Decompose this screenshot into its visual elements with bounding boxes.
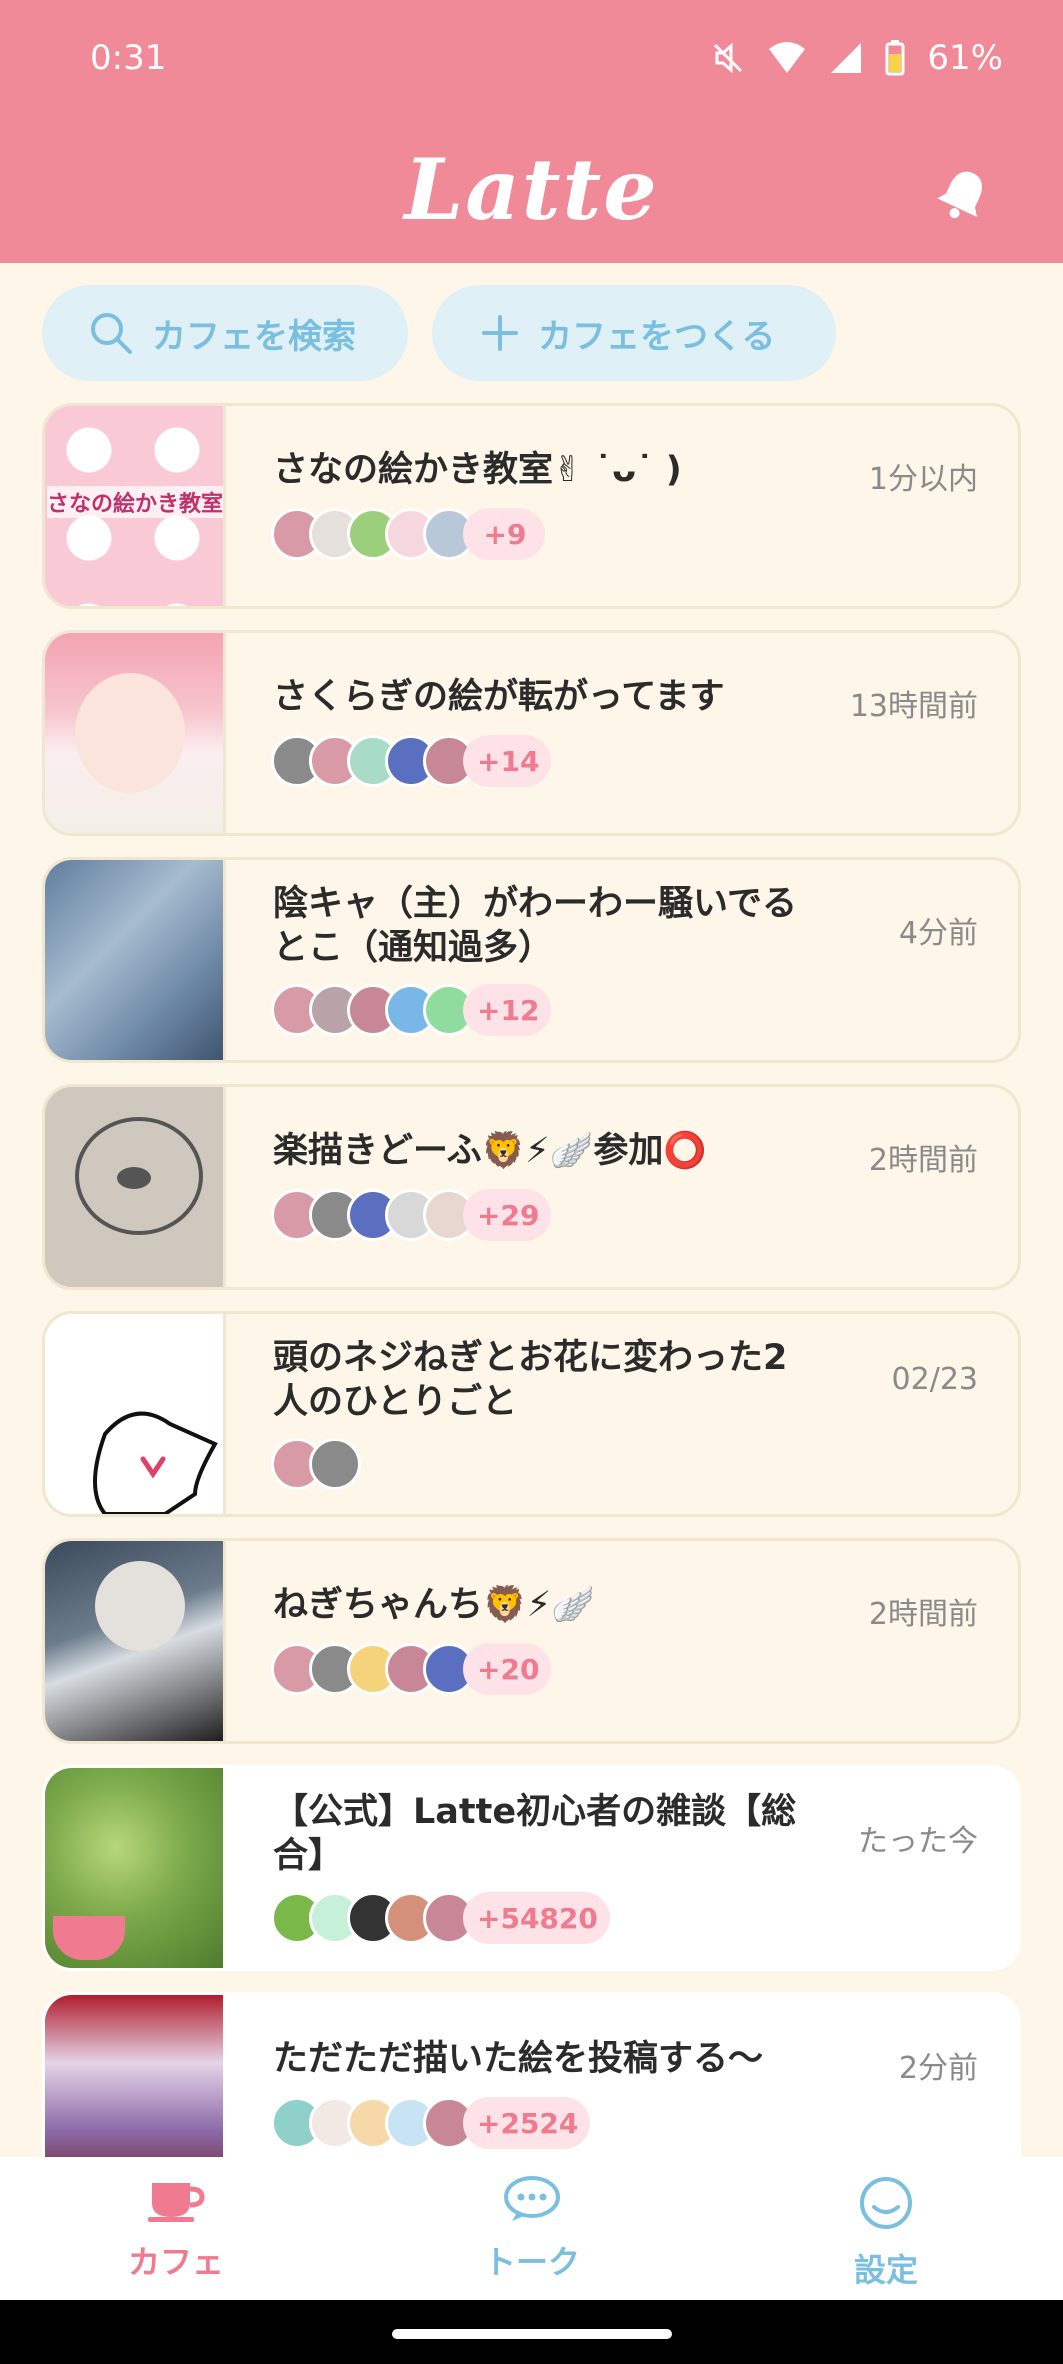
- nav-cafe[interactable]: カフェ: [76, 2175, 276, 2283]
- cafe-title: ただただ描いた絵を投稿する〜: [273, 2039, 764, 2079]
- mute-icon: [714, 42, 743, 74]
- face-icon: [860, 2177, 912, 2229]
- chat-bubble-icon: [504, 2176, 560, 2221]
- member-avatars: +9: [271, 508, 545, 560]
- app-logo: Latte: [404, 140, 659, 239]
- cafe-title: ねぎちゃんち🦁⚡🪽: [273, 1585, 595, 1625]
- cafe-actions: カフェを検索 カフェをつくる: [42, 285, 836, 381]
- cafe-last-updated: 13時間前: [849, 689, 978, 724]
- avatar: [309, 1438, 361, 1490]
- cafe-last-updated: 2時間前: [868, 1597, 978, 1632]
- cafe-thumbnail: [45, 1314, 226, 1514]
- cafe-thumbnail: [45, 633, 226, 833]
- cafe-last-updated: 2時間前: [868, 1143, 978, 1178]
- member-count-badge: +2524: [463, 2097, 591, 2149]
- nav-talk-label: トーク: [483, 2243, 580, 2281]
- status-icons: 61%: [711, 38, 1003, 78]
- search-cafe-label: カフェを検索: [152, 316, 356, 357]
- cafe-card[interactable]: ねぎちゃんち🦁⚡🪽 2時間前 +20: [42, 1538, 1021, 1744]
- cafe-card[interactable]: さくらぎの絵が転がってます 13時間前 +14: [42, 630, 1021, 836]
- cafe-last-updated: 4分前: [898, 916, 978, 951]
- cafe-last-updated: たった今: [858, 1824, 978, 1859]
- bottom-nav: カフェ トーク 設定: [0, 2157, 1063, 2300]
- cafe-card-official[interactable]: 【公式】Latte初心者の雑談【総合】 たった今 +54820: [42, 1765, 1021, 1971]
- member-count-badge: +14: [463, 735, 552, 787]
- status-time: 0:31: [90, 38, 167, 78]
- member-avatars: +29: [271, 1189, 552, 1241]
- home-indicator[interactable]: [392, 2329, 672, 2339]
- member-avatars: +12: [271, 984, 552, 1036]
- cafe-thumbnail: [45, 1768, 226, 1968]
- cafe-thumbnail: [45, 860, 226, 1060]
- create-cafe-button[interactable]: カフェをつくる: [432, 285, 836, 381]
- bell-icon[interactable]: [933, 165, 993, 225]
- member-count-badge: +12: [463, 984, 552, 1036]
- wifi-icon: [769, 42, 806, 73]
- battery-icon: [885, 40, 905, 76]
- cafe-card[interactable]: さなの絵かき教室 さなの絵かき教室✌︎ ˙ᴗ˙ ) 1分以内 +9: [42, 403, 1021, 609]
- cafe-last-updated: 1分以内: [868, 462, 978, 497]
- cafe-thumbnail: [45, 1541, 226, 1741]
- member-count-badge: +29: [463, 1189, 552, 1241]
- cafe-last-updated: 02/23: [891, 1362, 978, 1397]
- cafe-card[interactable]: 楽描きどーふ🦁⚡🪽参加⭕ 2時間前 +29: [42, 1084, 1021, 1290]
- plus-icon: [482, 315, 518, 351]
- signal-icon: [831, 43, 862, 73]
- battery-level: 61%: [927, 38, 1003, 78]
- nav-settings-label: 設定: [853, 2251, 918, 2289]
- member-count-badge: +20: [463, 1643, 552, 1695]
- nav-cafe-label: カフェ: [127, 2243, 224, 2281]
- cafe-card[interactable]: 頭のネジねぎとお花に変わった2人のひとりごと 02/23: [42, 1311, 1021, 1517]
- nav-settings[interactable]: 設定: [786, 2175, 986, 2291]
- cafe-thumbnail: さなの絵かき教室: [45, 406, 226, 606]
- cafe-title: 【公式】Latte初心者の雑談【総合】: [273, 1792, 797, 1876]
- member-avatars: [271, 1438, 361, 1490]
- cafe-card[interactable]: 陰キャ（主）がわーわー騒いでるとこ（通知過多） 4分前 +12: [42, 857, 1021, 1063]
- nav-talk[interactable]: トーク: [432, 2175, 632, 2283]
- cup-icon: [53, 1916, 125, 1960]
- create-cafe-label: カフェをつくる: [538, 316, 776, 357]
- member-count-badge: +9: [463, 508, 545, 560]
- cafe-title: さなの絵かき教室✌︎ ˙ᴗ˙ ): [273, 450, 682, 490]
- member-avatars: +20: [271, 1643, 552, 1695]
- member-avatars: +54820: [271, 1892, 610, 1944]
- cafe-last-updated: 2分前: [898, 2051, 978, 2086]
- cafe-title: 頭のネジねぎとお花に変わった2人のひとりごと: [273, 1338, 788, 1422]
- search-icon: [91, 313, 132, 354]
- speech-bubble-icon: [93, 1411, 218, 1514]
- member-count-badge: +54820: [463, 1892, 610, 1944]
- cafe-thumbnail-text: さなの絵かき教室: [47, 486, 223, 518]
- app-header: 0:31 61% Latte: [0, 0, 1063, 263]
- cafe-title: 陰キャ（主）がわーわー騒いでるとこ（通知過多）: [273, 884, 797, 968]
- cafe-title: 楽描きどーふ🦁⚡🪽参加⭕: [273, 1131, 707, 1171]
- member-avatars: +14: [271, 735, 552, 787]
- member-avatars: +2524: [271, 2097, 591, 2149]
- search-cafe-button[interactable]: カフェを検索: [42, 285, 408, 381]
- cafe-thumbnail: [45, 1087, 226, 1287]
- coffee-cup-icon: [148, 2183, 205, 2222]
- cafe-title: さくらぎの絵が転がってます: [273, 677, 725, 717]
